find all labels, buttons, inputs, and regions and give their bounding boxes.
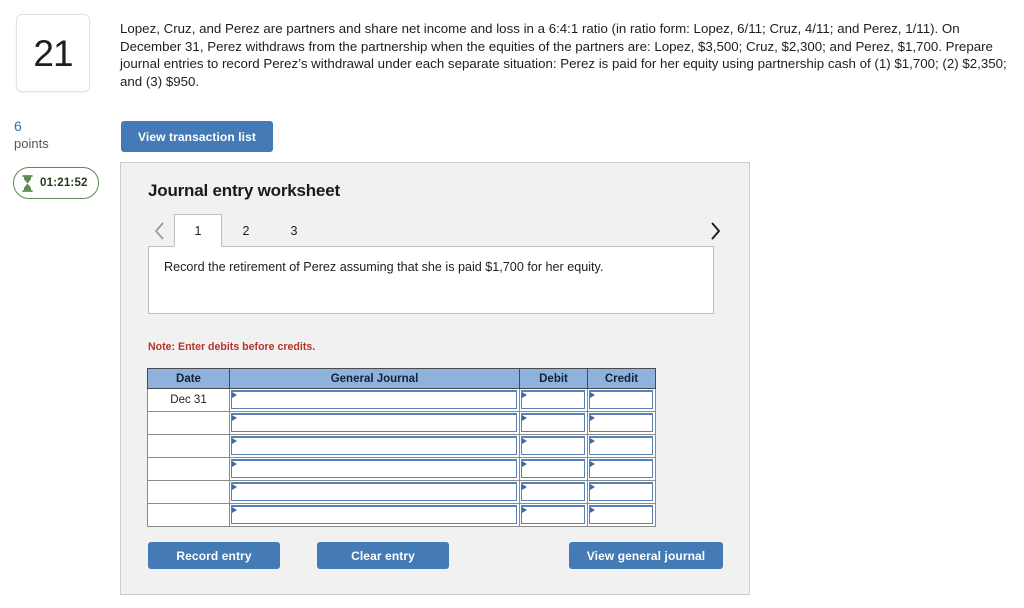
points-block: 6 points	[14, 118, 114, 152]
general-journal-input[interactable]	[231, 436, 517, 455]
credit-input[interactable]	[589, 390, 653, 409]
debit-cell[interactable]	[519, 457, 588, 481]
debit-cell[interactable]	[519, 388, 588, 412]
chevron-right-icon	[711, 222, 720, 240]
column-header-debit: Debit	[519, 368, 588, 389]
column-header-general-journal: General Journal	[229, 368, 520, 389]
view-transaction-list-button[interactable]: View transaction list	[121, 121, 273, 152]
date-cell[interactable]	[147, 411, 230, 435]
debit-input[interactable]	[521, 436, 585, 455]
worksheet-tab-2[interactable]: 2	[222, 214, 270, 247]
general-journal-input[interactable]	[231, 413, 517, 432]
debit-cell[interactable]	[519, 503, 588, 527]
general-journal-cell[interactable]	[229, 457, 520, 481]
worksheet-tab-3-label: 3	[290, 224, 298, 238]
general-journal-input[interactable]	[231, 482, 517, 501]
general-journal-cell[interactable]	[229, 434, 520, 458]
journal-entry-worksheet-panel: Journal entry worksheet 1 2 3 Record the…	[120, 162, 750, 595]
debit-input[interactable]	[521, 505, 585, 524]
timer-badge: 01:21:52	[13, 167, 99, 199]
question-number-box: 21	[16, 14, 90, 92]
record-entry-button[interactable]: Record entry	[148, 542, 280, 569]
journal-entry-table: Date General Journal Debit Credit Dec 31	[147, 368, 656, 527]
points-label: points	[14, 136, 49, 151]
general-journal-cell[interactable]	[229, 503, 520, 527]
general-journal-input[interactable]	[231, 459, 517, 478]
tab-next-button[interactable]	[704, 219, 726, 243]
credit-cell[interactable]	[587, 388, 656, 412]
table-row	[147, 457, 656, 481]
credit-input[interactable]	[589, 413, 653, 432]
table-row	[147, 434, 656, 458]
debit-cell[interactable]	[519, 480, 588, 504]
credit-cell[interactable]	[587, 480, 656, 504]
table-row	[147, 503, 656, 527]
worksheet-tablist: 1 2 3	[174, 214, 318, 247]
worksheet-tab-description: Record the retirement of Perez assuming …	[164, 260, 604, 274]
credit-cell[interactable]	[587, 457, 656, 481]
debits-before-credits-note: Note: Enter debits before credits.	[148, 341, 316, 353]
general-journal-cell[interactable]	[229, 480, 520, 504]
debit-input[interactable]	[521, 459, 585, 478]
hourglass-icon	[22, 174, 33, 192]
clear-entry-button[interactable]: Clear entry	[317, 542, 449, 569]
points-value: 6	[14, 118, 22, 134]
debit-input[interactable]	[521, 482, 585, 501]
credit-input[interactable]	[589, 482, 653, 501]
date-cell[interactable]: Dec 31	[147, 388, 230, 412]
table-row	[147, 480, 656, 504]
table-row: Dec 31	[147, 388, 656, 412]
date-cell[interactable]	[147, 434, 230, 458]
worksheet-tab-3[interactable]: 3	[270, 214, 318, 247]
worksheet-tab-1-label: 1	[194, 223, 202, 238]
worksheet-title: Journal entry worksheet	[148, 181, 340, 200]
general-journal-cell[interactable]	[229, 411, 520, 435]
worksheet-tabs-row: 1 2 3	[148, 214, 726, 247]
view-general-journal-button[interactable]: View general journal	[569, 542, 723, 569]
date-cell[interactable]	[147, 480, 230, 504]
chevron-left-icon	[154, 222, 163, 240]
question-number: 21	[33, 32, 73, 74]
question-prompt: Lopez, Cruz, and Perez are partners and …	[120, 21, 1007, 89]
credit-input[interactable]	[589, 459, 653, 478]
timer-value: 01:21:52	[40, 177, 88, 189]
date-cell[interactable]	[147, 457, 230, 481]
credit-cell[interactable]	[587, 411, 656, 435]
general-journal-cell[interactable]	[229, 388, 520, 412]
column-header-credit: Credit	[587, 368, 656, 389]
table-header-row: Date General Journal Debit Credit	[147, 368, 656, 389]
debit-input[interactable]	[521, 413, 585, 432]
worksheet-tab-1[interactable]: 1	[174, 214, 222, 247]
column-header-date: Date	[147, 368, 230, 389]
worksheet-tab-panel: Record the retirement of Perez assuming …	[148, 246, 714, 314]
debit-cell[interactable]	[519, 434, 588, 458]
credit-cell[interactable]	[587, 434, 656, 458]
credit-cell[interactable]	[587, 503, 656, 527]
credit-input[interactable]	[589, 436, 653, 455]
debit-input[interactable]	[521, 390, 585, 409]
credit-input[interactable]	[589, 505, 653, 524]
general-journal-input[interactable]	[231, 390, 517, 409]
table-row	[147, 411, 656, 435]
date-cell[interactable]	[147, 503, 230, 527]
tab-prev-button[interactable]	[148, 219, 170, 243]
question-rail: 21 6 points 01:21:52	[0, 0, 120, 608]
general-journal-input[interactable]	[231, 505, 517, 524]
worksheet-tab-2-label: 2	[242, 224, 250, 238]
debit-cell[interactable]	[519, 411, 588, 435]
